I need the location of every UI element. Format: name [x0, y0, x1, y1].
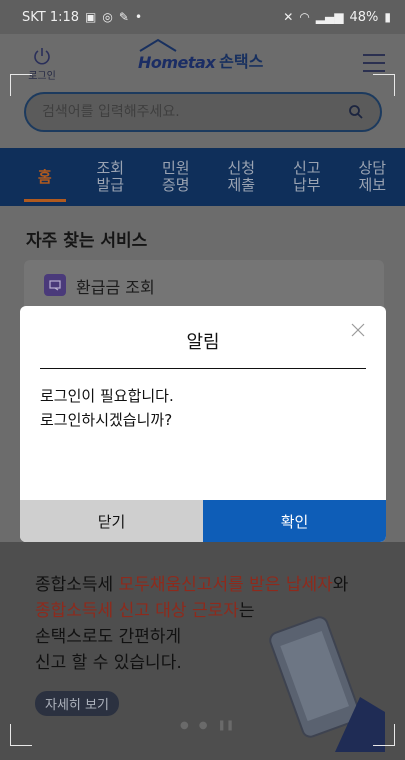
dialog-message-line2: 로그인하시겠습니까?	[40, 411, 173, 429]
refund-icon	[44, 274, 66, 296]
gallery-icon: ▣	[85, 10, 97, 24]
banner-line2-b: 는	[238, 601, 255, 621]
power-icon	[34, 48, 50, 65]
status-bar: SKT 1:18 ▣ ◎ ✎ • ✕ ◠ ▂▄▆ 48% ▮	[0, 0, 405, 34]
banner-line1-c: 와	[332, 575, 349, 595]
mute-icon: ✕	[283, 10, 294, 24]
instagram-icon: ◎	[102, 10, 113, 24]
confirm-button[interactable]: 확인	[203, 500, 386, 542]
main-nav: 홈 조회 발급 민원 증명 신청 제출 신고 납부 상담 제보	[0, 148, 405, 206]
search-bar	[24, 92, 382, 132]
status-right: ✕ ◠ ▂▄▆ 48% ▮	[283, 10, 391, 25]
carousel-dot-icon: ●	[198, 720, 208, 731]
hamburger-menu-icon[interactable]	[363, 54, 385, 72]
login-alert-dialog: 알림 로그인이 필요합니다. 로그인하시겠습니까? 닫기 확인	[20, 306, 386, 542]
hometax-logo[interactable]: Hometax 손택스	[138, 38, 264, 72]
dialog-buttons: 닫기 확인	[20, 500, 386, 542]
frame-corner	[10, 724, 32, 746]
dot-icon: •	[134, 10, 143, 24]
frame-corner	[373, 74, 395, 96]
dialog-message-line1: 로그인이 필요합니다.	[40, 387, 174, 405]
dialog-message: 로그인이 필요합니다. 로그인하시겠습니까?	[40, 384, 174, 432]
pen-icon: ✎	[118, 10, 129, 24]
house-logo-icon	[139, 38, 177, 52]
promo-banner[interactable]: 종합소득세 모두채움신고서를 받은 납세자와 종합소득세 신고 대상 근로자는 …	[0, 542, 405, 760]
battery-level: 48%	[349, 9, 379, 25]
dialog-divider	[40, 368, 366, 369]
logo-mark: Hometax	[138, 53, 216, 72]
tab-civil-certificate[interactable]: 민원 증명	[143, 148, 209, 206]
frame-corner	[10, 74, 32, 96]
close-icon[interactable]	[350, 322, 366, 338]
carousel-dot-icon: ●	[180, 720, 189, 731]
battery-icon: ▮	[384, 10, 391, 24]
tab-consult-report[interactable]: 상담 제보	[340, 148, 405, 206]
frame-corner	[373, 724, 395, 746]
logo-text: 손택스	[219, 52, 264, 71]
tab-report-pay[interactable]: 신고 납부	[274, 148, 340, 206]
phone-illustration-icon	[269, 616, 385, 752]
carousel-pause-icon: ❚❚	[217, 720, 235, 731]
service-item-label: 환급금 조회	[76, 278, 155, 297]
section-title: 자주 찾는 서비스	[26, 231, 148, 251]
tab-apply-submit[interactable]: 신청 제출	[209, 148, 275, 206]
tab-inquiry-issue[interactable]: 조회 발급	[78, 148, 144, 206]
search-input[interactable]	[42, 104, 348, 120]
search-icon[interactable]	[348, 104, 364, 120]
status-left: SKT 1:18 ▣ ◎ ✎ •	[22, 10, 142, 25]
banner-more-button[interactable]: 자세히 보기	[35, 691, 119, 716]
tab-home[interactable]: 홈	[12, 148, 78, 206]
close-button[interactable]: 닫기	[20, 500, 203, 542]
banner-line2-highlight: 종합소득세 신고 대상 근로자	[35, 601, 239, 621]
wifi-icon: ◠	[299, 10, 310, 24]
carrier-time: SKT 1:18	[22, 9, 80, 25]
banner-line1-highlight: 모두채움신고서를 받은 납세자	[118, 575, 333, 595]
signal-icon: ▂▄▆	[315, 10, 344, 24]
app-header: 로그인 Hometax 손택스	[0, 34, 405, 98]
carousel-dots[interactable]: ● ● ❚❚	[180, 720, 234, 731]
banner-line1-a: 종합소득세	[35, 575, 119, 595]
dialog-title: 알림	[186, 332, 220, 353]
